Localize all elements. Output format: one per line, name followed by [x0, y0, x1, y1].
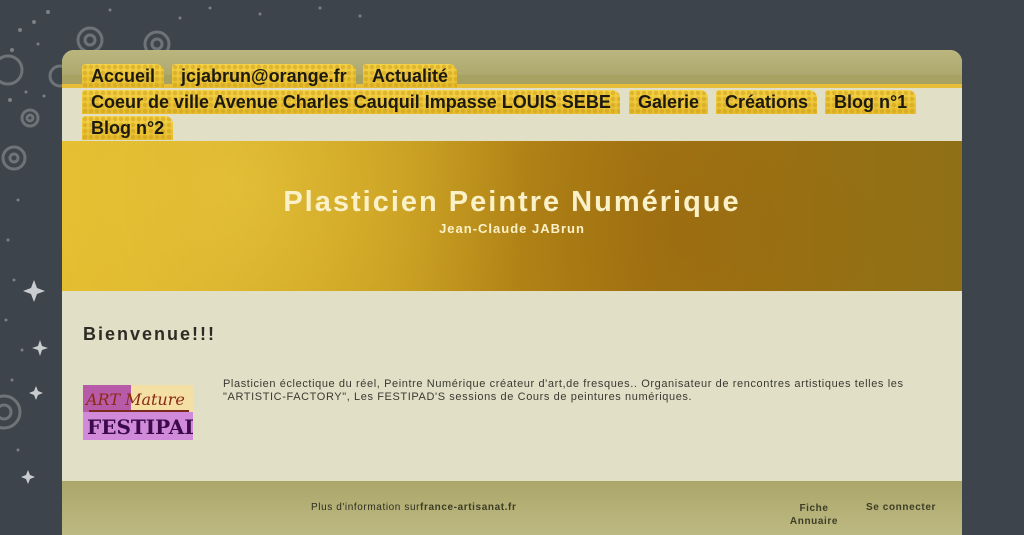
site-title: Plasticien Peintre Numérique	[283, 186, 741, 218]
nav-item-actualite[interactable]: Actualité	[363, 64, 457, 88]
footer-info-link[interactable]: france-artisanat.fr	[420, 502, 516, 513]
nav-item-coeur-de-ville[interactable]: Coeur de ville Avenue Charles Cauquil Im…	[82, 90, 620, 114]
site-subtitle: Jean-Claude JABrun	[439, 221, 585, 236]
fiche-line-2: Annuaire	[789, 516, 839, 527]
nav-item-blog-1[interactable]: Blog n°1	[825, 90, 916, 114]
svg-text:FESTIPAD: FESTIPAD	[87, 415, 193, 439]
svg-text:ART Mature: ART Mature	[84, 390, 185, 409]
header-banner: Plasticien Peintre Numérique Jean-Claude…	[62, 141, 962, 291]
footer-info-text: Plus d'information sur	[311, 502, 421, 513]
footer: Plus d'information surfrance-artisanat.f…	[62, 481, 962, 535]
nav-item-accueil[interactable]: Accueil	[82, 64, 164, 88]
nav-item-creations[interactable]: Créations	[716, 90, 817, 114]
festipad-logo: ART Mature FESTIPAD	[83, 385, 193, 440]
main-card: Accueil jcjabrun@orange.fr Actualité Coe…	[62, 50, 962, 535]
intro-text: Plasticien éclectique du réel, Peintre N…	[223, 378, 904, 403]
welcome-heading: Bienvenue!!!	[83, 324, 217, 344]
fiche-annuaire-link[interactable]: Fiche Annuaire	[784, 502, 844, 528]
nav-item-email[interactable]: jcjabrun@orange.fr	[172, 64, 356, 88]
nav-item-galerie[interactable]: Galerie	[629, 90, 708, 114]
fiche-line-1: Fiche	[799, 503, 829, 514]
nav-item-blog-2[interactable]: Blog n°2	[82, 116, 173, 140]
login-link[interactable]: Se connecter	[866, 502, 936, 513]
footer-info: Plus d'information surfrance-artisanat.f…	[311, 502, 516, 513]
